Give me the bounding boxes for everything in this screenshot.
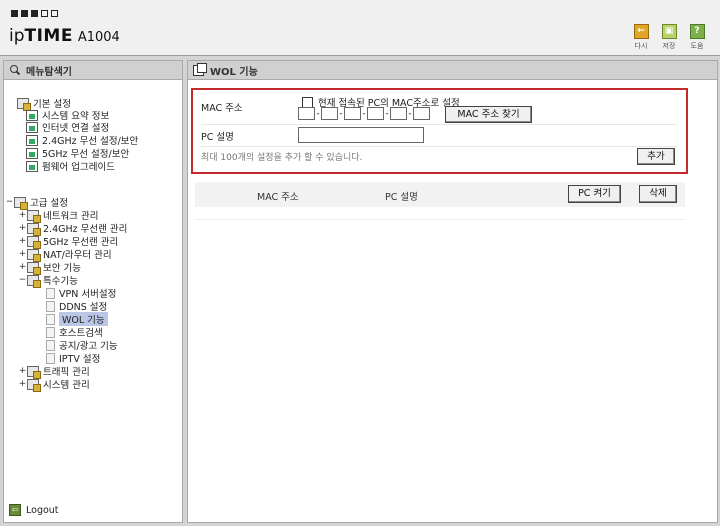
iptime-logo: ipTIME A1004 [9, 26, 120, 46]
mac-address-fields: - - - - - [298, 107, 430, 120]
checkbox-icon[interactable] [302, 96, 313, 108]
tree-group-network[interactable]: + 네트워크 관리 [18, 208, 98, 223]
page-icon [46, 339, 55, 351]
mac-octet-4[interactable] [367, 107, 384, 120]
expand-icon[interactable]: + [18, 249, 27, 259]
list-divider [195, 219, 685, 220]
wireless-icon [26, 147, 38, 159]
window-icon [193, 62, 207, 76]
tree-item-ddns[interactable]: DDNS 설정 [46, 299, 107, 313]
expand-icon[interactable]: + [18, 210, 27, 220]
model-name: A1004 [77, 30, 120, 45]
tree-group-special[interactable]: − 특수기능 [18, 273, 78, 288]
tree-group-nat[interactable]: + NAT/라우터 관리 [18, 247, 112, 262]
tree-item-vpn[interactable]: VPN 서버설정 [46, 286, 116, 300]
mac-octet-5[interactable] [390, 107, 407, 120]
wol-form: MAC 주소 현재 접속된 PC의 MAC주소로 설정 - - - - - MA… [191, 88, 688, 174]
tree-item-host-scan[interactable]: 호스트검색 [46, 325, 103, 339]
help-icon: ? [689, 24, 705, 39]
tree-item-firmware[interactable]: 펌웨어 업그레이드 [26, 159, 115, 173]
page-icon [46, 300, 55, 312]
pc-label: PC 설명 [201, 132, 234, 143]
search-icon [9, 64, 21, 76]
mac-octet-1[interactable] [298, 107, 315, 120]
tree-group-wireless-5[interactable]: +5GHz 무선랜 관리 [18, 234, 118, 249]
mac-octet-2[interactable] [321, 107, 338, 120]
page-icon [46, 326, 55, 338]
tree-item-wireless-5[interactable]: 5GHz 무선 설정/보안 [26, 146, 129, 160]
add-button[interactable]: 추가 [637, 148, 675, 165]
help-button[interactable]: ? 도움 [686, 24, 708, 51]
page-icon [46, 352, 55, 364]
selected-item-label: WOL 기능 [59, 312, 108, 326]
tree-group-traffic[interactable]: + 트래픽 관리 [18, 364, 90, 379]
network-icon [26, 121, 38, 133]
collapse-icon[interactable]: − [5, 197, 14, 207]
wol-panel-title: WOL 기능 [188, 61, 717, 80]
delete-button[interactable]: 삭제 [639, 185, 677, 203]
tree-item-internet-setup[interactable]: 인터넷 연결 설정 [26, 120, 109, 134]
expand-icon[interactable]: + [18, 236, 27, 246]
pc-description-input[interactable] [298, 127, 424, 143]
tree-group-system[interactable]: + 시스템 관리 [18, 377, 90, 392]
find-mac-button[interactable]: MAC 주소 찾기 [445, 106, 532, 123]
col-mac-header: MAC 주소 [257, 192, 299, 203]
tree-item-notice-ad[interactable]: 공지/광고 기능 [46, 338, 118, 352]
tree-item-wireless-24[interactable]: 2.4GHz 무선 설정/보안 [26, 133, 138, 147]
menu-explorer-title: 메뉴탐색기 [4, 61, 182, 80]
row-divider [201, 124, 677, 125]
tree-item-wol[interactable]: WOL 기능 [46, 312, 108, 326]
tree-group-security[interactable]: + 보안 기능 [18, 260, 81, 275]
folder-gear-icon [14, 196, 28, 210]
limit-note: 최대 100개의 설정을 추가 할 수 있습니다. [201, 153, 363, 163]
col-pc-header: PC 설명 [385, 192, 418, 203]
lock-folder-icon [27, 261, 41, 275]
wireless-folder-icon [27, 222, 41, 236]
firmware-icon [26, 160, 38, 172]
save-icon: ▣ [661, 24, 677, 39]
refresh-button[interactable]: ← 다시 [630, 24, 652, 51]
tree-item-iptv[interactable]: IPTV 설정 [46, 351, 100, 365]
folder-gear-icon [17, 97, 31, 111]
folder-gear-icon [27, 274, 41, 288]
document-icon [26, 109, 38, 121]
logo-squares [11, 10, 58, 17]
expand-icon[interactable]: + [18, 223, 27, 233]
row-divider [201, 146, 677, 147]
mac-label: MAC 주소 [201, 103, 243, 114]
wireless-folder-icon [27, 235, 41, 249]
collapse-icon[interactable]: − [18, 275, 27, 285]
expand-icon[interactable]: + [18, 262, 27, 272]
tree-group-advanced[interactable]: − 고급 설정 [5, 195, 68, 210]
mac-octet-6[interactable] [413, 107, 430, 120]
system-folder-icon [27, 378, 41, 392]
save-button[interactable]: ▣ 저장 [658, 24, 680, 51]
network-folder-icon [27, 209, 41, 223]
menu-explorer-panel: 메뉴탐색기 기본 설정 시스템 요약 정보 인터넷 연결 설정 2.4GHz 무… [3, 60, 183, 523]
header-bar: ipTIME A1004 ← 다시 ▣ 저장 ? 도움 [0, 0, 720, 56]
tree-group-wireless-24[interactable]: +2.4GHz 무선랜 관리 [18, 221, 127, 236]
logout-icon: ⇦ [9, 504, 21, 516]
wol-panel: WOL 기능 MAC 주소 현재 접속된 PC의 MAC주소로 설정 - - -… [187, 60, 718, 523]
toolbar: ← 다시 ▣ 저장 ? 도움 [630, 24, 708, 51]
page-icon [46, 313, 55, 325]
router-folder-icon [27, 248, 41, 262]
page-title: WOL 기능 [210, 66, 258, 78]
logout-link[interactable]: ⇦ Logout [9, 504, 59, 516]
wol-list-header: MAC 주소 PC 설명 PC 켜기 삭제 [195, 182, 685, 207]
wireless-icon [26, 134, 38, 146]
wake-pc-button[interactable]: PC 켜기 [568, 185, 621, 203]
expand-icon[interactable]: + [18, 366, 27, 376]
page-icon [46, 287, 55, 299]
expand-icon[interactable]: + [18, 379, 27, 389]
refresh-icon: ← [633, 24, 649, 39]
traffic-folder-icon [27, 365, 41, 379]
mac-octet-3[interactable] [344, 107, 361, 120]
